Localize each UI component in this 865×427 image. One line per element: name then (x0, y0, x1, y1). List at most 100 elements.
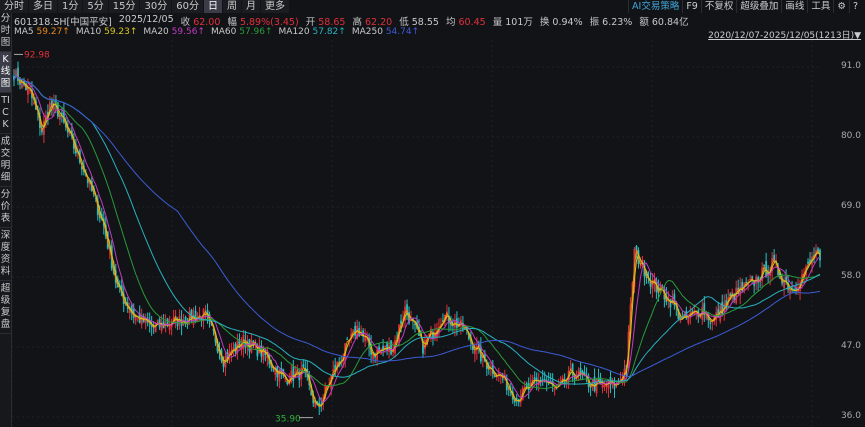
candle (553, 386, 556, 396)
ma-item: MA120 57.82↑ (279, 27, 346, 37)
avg-label: 均 (445, 17, 456, 28)
tab-9[interactable]: 月 (241, 0, 260, 13)
candle (224, 350, 227, 376)
candle-body (605, 385, 608, 387)
ma-item: MA60 57.96↑ (211, 27, 273, 37)
candle (697, 308, 700, 323)
sidebar-item-label: 成交明细 (0, 136, 11, 183)
tab-1[interactable]: 多日 (29, 0, 57, 13)
candle-body (735, 287, 738, 304)
candle-body (332, 369, 335, 372)
help-icon[interactable]: ? (848, 0, 861, 13)
ma-name: MA60 (210, 27, 237, 37)
tab-4[interactable]: 15分 (108, 0, 140, 13)
tool-5[interactable]: 工具 (807, 0, 833, 13)
sidebar-item-5[interactable]: 深度资料 (0, 228, 11, 281)
candle (196, 312, 199, 323)
candle (765, 252, 768, 278)
sidebar-item-4[interactable]: 分价表 (0, 187, 11, 228)
quote-info: 601318.SH[中国平安] 2025/12/05 收 62.00 幅 5.8… (14, 14, 689, 28)
tab-7[interactable]: 日 (203, 0, 222, 13)
candle-body (302, 364, 305, 368)
candle (58, 115, 61, 126)
candle (703, 296, 706, 323)
ma-item: MA250 54.74↑ (352, 27, 419, 37)
sidebar-item-label: 深度资料 (0, 230, 11, 277)
candle (537, 372, 540, 392)
sidebar-item-0[interactable]: 分时图 (0, 13, 11, 52)
candle (783, 276, 785, 296)
candle-body (456, 318, 458, 328)
tab-5[interactable]: 30分 (140, 0, 172, 13)
tool-1[interactable]: F9 (682, 0, 701, 13)
tool-2[interactable]: 不复权 (700, 0, 737, 13)
tab-2[interactable]: 1分 (58, 0, 83, 13)
tool-4[interactable]: 画线 (781, 0, 807, 13)
candle (545, 376, 548, 392)
ma-name: MA20 (143, 27, 169, 37)
sidebar-item-label: K线图 (0, 54, 11, 89)
candle (603, 380, 606, 392)
candle (248, 338, 251, 359)
ma-line-ma20 (13, 74, 821, 403)
candle-body (635, 245, 638, 250)
ma-item: MA5 59.27↑ (14, 27, 70, 37)
candle (202, 308, 205, 330)
toolbar: AI交易策略 F9 不复权 超级叠加 画线 工具 ⚙? (628, 0, 861, 13)
volume-label: 量 (492, 17, 503, 28)
ma-value: 59.56↑ (171, 27, 205, 37)
sidebar-item-6[interactable]: 超级复盘 (0, 281, 11, 334)
candle-body (603, 384, 606, 387)
ma-item: MA20 59.56↑ (143, 27, 205, 37)
kline-chart[interactable]: 92.98 35.90 (12, 40, 832, 427)
candle-body (679, 320, 682, 322)
gear-icon[interactable]: ⚙ (833, 0, 849, 13)
candle-body (501, 378, 504, 380)
y-tick-label: 36.0 (840, 411, 861, 421)
candle-body (384, 345, 386, 347)
sidebar-item-3[interactable]: 成交明细 (0, 134, 11, 187)
candle-body (354, 325, 357, 336)
sidebar-item-label: TICK (1, 95, 10, 130)
ma-value: 54.74↑ (385, 27, 420, 37)
ma-line-ma5 (13, 74, 821, 407)
candle (649, 272, 652, 294)
left-sidebar: 分时图 K线图 TICK 成交明细分价表深度资料超级复盘 (0, 13, 12, 427)
tab-0[interactable]: 分时 (0, 0, 28, 13)
tab-3[interactable]: 5分 (83, 0, 108, 13)
ma-line-ma60 (13, 74, 821, 390)
candle (613, 377, 616, 398)
candle-body (497, 372, 500, 374)
candle (258, 337, 261, 354)
tab-6[interactable]: 60分 (172, 0, 203, 13)
sidebar-item-2[interactable]: TICK (0, 93, 11, 134)
sidebar-item-1[interactable]: K线图 (0, 52, 11, 93)
sidebar-item-label: 超级复盘 (0, 283, 11, 330)
tool-3[interactable]: 超级叠加 (736, 0, 781, 13)
candle-body (352, 329, 355, 331)
ma-value: 59.27↑ (36, 27, 70, 37)
tab-8[interactable]: 周 (222, 0, 241, 13)
candle (232, 342, 235, 357)
ma-value: 57.82↑ (312, 27, 346, 37)
tab-10[interactable]: 更多 (260, 0, 289, 13)
candle (302, 359, 305, 368)
ma-name: MA5 (14, 27, 34, 37)
candle-body (272, 369, 275, 371)
candle (144, 313, 147, 330)
amount-value: 60.84亿 (651, 17, 689, 28)
ma-value: 57.96↑ (239, 27, 273, 37)
tool-0[interactable]: AI交易策略 (628, 0, 682, 13)
y-tick-label: 47.0 (840, 341, 861, 351)
turnover-value: 0.94% (552, 17, 583, 28)
y-tick-label: 80.0 (840, 131, 861, 141)
candle (364, 328, 367, 348)
max-price-label: 92.98 (24, 50, 50, 60)
ma-item: MA10 59.23↑ (76, 27, 138, 37)
candle (182, 313, 185, 327)
volume-value: 101万 (505, 17, 533, 28)
candle (595, 378, 598, 397)
ma-line-ma120 (13, 74, 821, 385)
candle-body (709, 322, 712, 324)
candle (298, 368, 301, 388)
